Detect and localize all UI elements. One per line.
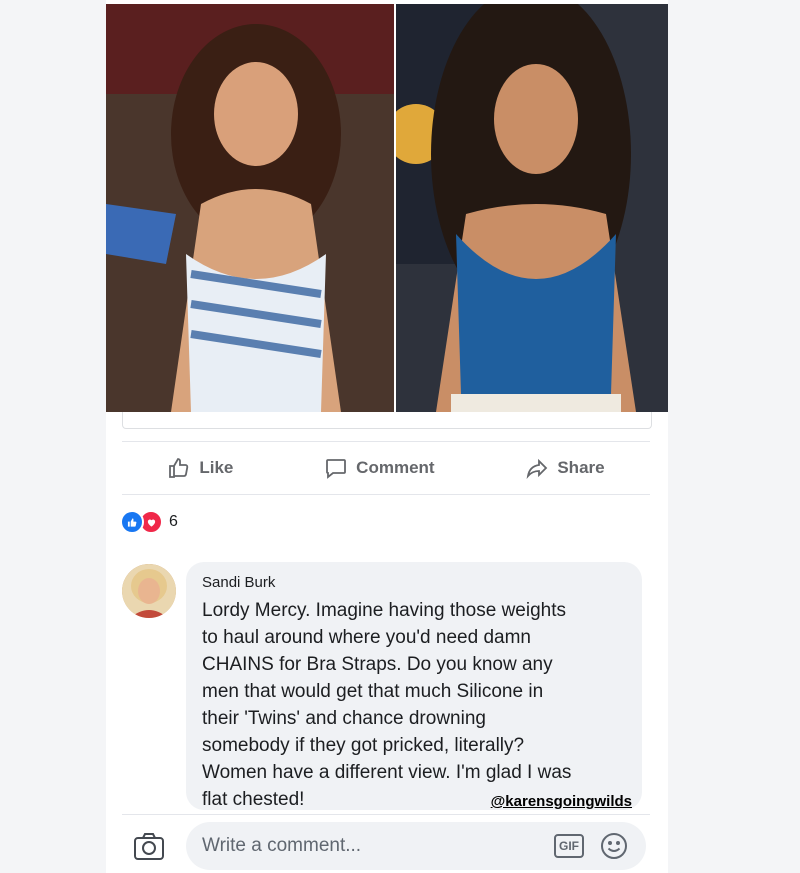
commenter-name[interactable]: Sandi Burk xyxy=(202,574,626,591)
post-actions: Like Comment Share xyxy=(122,442,650,494)
like-button[interactable]: Like xyxy=(167,456,233,480)
comment-bubble-icon xyxy=(326,459,347,479)
reaction-summary[interactable]: 6 xyxy=(120,510,178,534)
post-photos[interactable] xyxy=(106,4,668,412)
like-reaction-icon xyxy=(120,510,144,534)
comment-bubble: Sandi Burk Lordy Mercy. Imagine having t… xyxy=(186,562,642,810)
actions-bottom-divider xyxy=(122,494,650,495)
comment-composer: GIF xyxy=(122,822,650,873)
right-photo-illustration xyxy=(396,4,668,412)
thumbs-up-icon xyxy=(169,458,189,478)
comment-text: Lordy Mercy. Imagine having those weight… xyxy=(202,600,572,810)
watermark-handle: @karensgoingwilds xyxy=(490,793,632,810)
share-label: Share xyxy=(557,458,605,477)
reaction-count: 6 xyxy=(169,513,178,530)
comment-label: Comment xyxy=(356,458,435,477)
avatar-portrait xyxy=(122,564,176,618)
share-arrow-icon xyxy=(526,458,548,480)
emoji-smile-icon[interactable] xyxy=(600,832,628,860)
gif-button[interactable]: GIF xyxy=(554,834,584,858)
comment-button[interactable]: Comment xyxy=(324,456,435,480)
link-preview-border xyxy=(122,412,652,429)
commenter-avatar[interactable] xyxy=(122,564,176,618)
like-label: Like xyxy=(199,458,234,477)
left-photo[interactable] xyxy=(106,4,394,412)
left-photo-illustration xyxy=(106,4,394,412)
share-button[interactable]: Share xyxy=(525,456,605,480)
right-photo[interactable] xyxy=(396,4,668,412)
camera-icon[interactable] xyxy=(132,830,166,864)
composer-divider xyxy=(122,814,650,815)
